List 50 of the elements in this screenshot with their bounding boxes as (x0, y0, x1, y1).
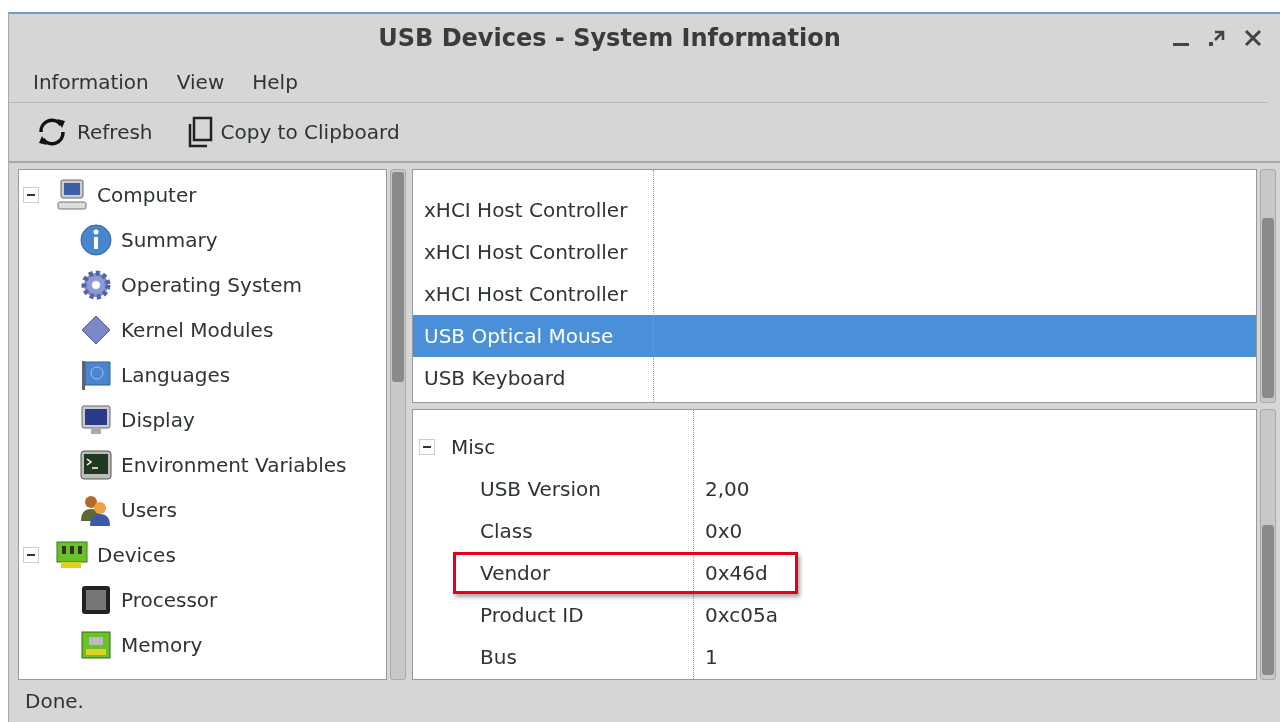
computer-icon (55, 177, 89, 212)
minus-icon (27, 553, 35, 556)
menu-item[interactable]: Help (242, 70, 308, 94)
minus-icon (423, 445, 431, 448)
monitor-icon (79, 402, 113, 437)
toolbar-button[interactable]: Refresh (27, 109, 159, 155)
maximize-icon (1209, 30, 1225, 46)
tree-item[interactable]: Environment Variables (121, 452, 347, 477)
terminal-icon (79, 447, 113, 482)
property-value: 2,00 (704, 476, 750, 501)
tree-expander[interactable] (23, 186, 39, 203)
tree-item[interactable]: Devices (97, 542, 176, 567)
list-row[interactable]: xHCI Host Controller (413, 189, 1256, 231)
scrollbar[interactable] (1260, 169, 1276, 403)
property-value: 0x46d (704, 560, 768, 585)
tree-item[interactable]: Summary (121, 227, 218, 252)
property-label: Bus (479, 644, 518, 669)
tree-item[interactable]: Operating System (121, 272, 302, 297)
property-label: Product ID (479, 602, 585, 627)
tree-item[interactable]: Computer (97, 182, 197, 207)
menu-item[interactable]: View (166, 70, 235, 94)
property-value: 0x0 (704, 518, 743, 543)
minimize-icon (1173, 42, 1189, 46)
close-button[interactable] (1242, 27, 1264, 49)
minus-icon (27, 193, 35, 196)
list-row[interactable]: xHCI Host Controller (413, 273, 1256, 315)
toolbar-button[interactable]: Copy to Clipboard (178, 112, 406, 152)
tree-item[interactable]: Display (121, 407, 195, 432)
tree-item[interactable]: Kernel Modules (121, 317, 274, 342)
close-icon (1244, 29, 1262, 47)
tree-item[interactable]: Memory (121, 632, 203, 657)
tree-expander[interactable] (23, 546, 39, 563)
list-row[interactable]: xHCI Host Controller (413, 231, 1256, 273)
property-label: USB Version (479, 476, 602, 501)
property-value: 0xc05a (704, 602, 778, 627)
property-label: Vendor (479, 560, 552, 585)
tree-item[interactable]: Processor (121, 587, 218, 612)
menu-item[interactable]: Information (23, 70, 159, 94)
window-title: USB Devices - System Information (377, 24, 842, 52)
property-label: Class (479, 518, 534, 543)
list-row[interactable]: USB Keyboard (413, 357, 1256, 399)
status-text: Done. (25, 689, 84, 713)
section-heading: Misc (451, 434, 496, 459)
scrollbar[interactable] (390, 169, 406, 680)
tree-item[interactable]: Languages (121, 362, 231, 387)
tree-item[interactable]: Users (121, 497, 177, 522)
tree-expander[interactable] (419, 438, 435, 455)
property-value: 1 (704, 644, 718, 669)
info-icon (79, 222, 113, 257)
scrollbar[interactable] (1260, 408, 1276, 680)
